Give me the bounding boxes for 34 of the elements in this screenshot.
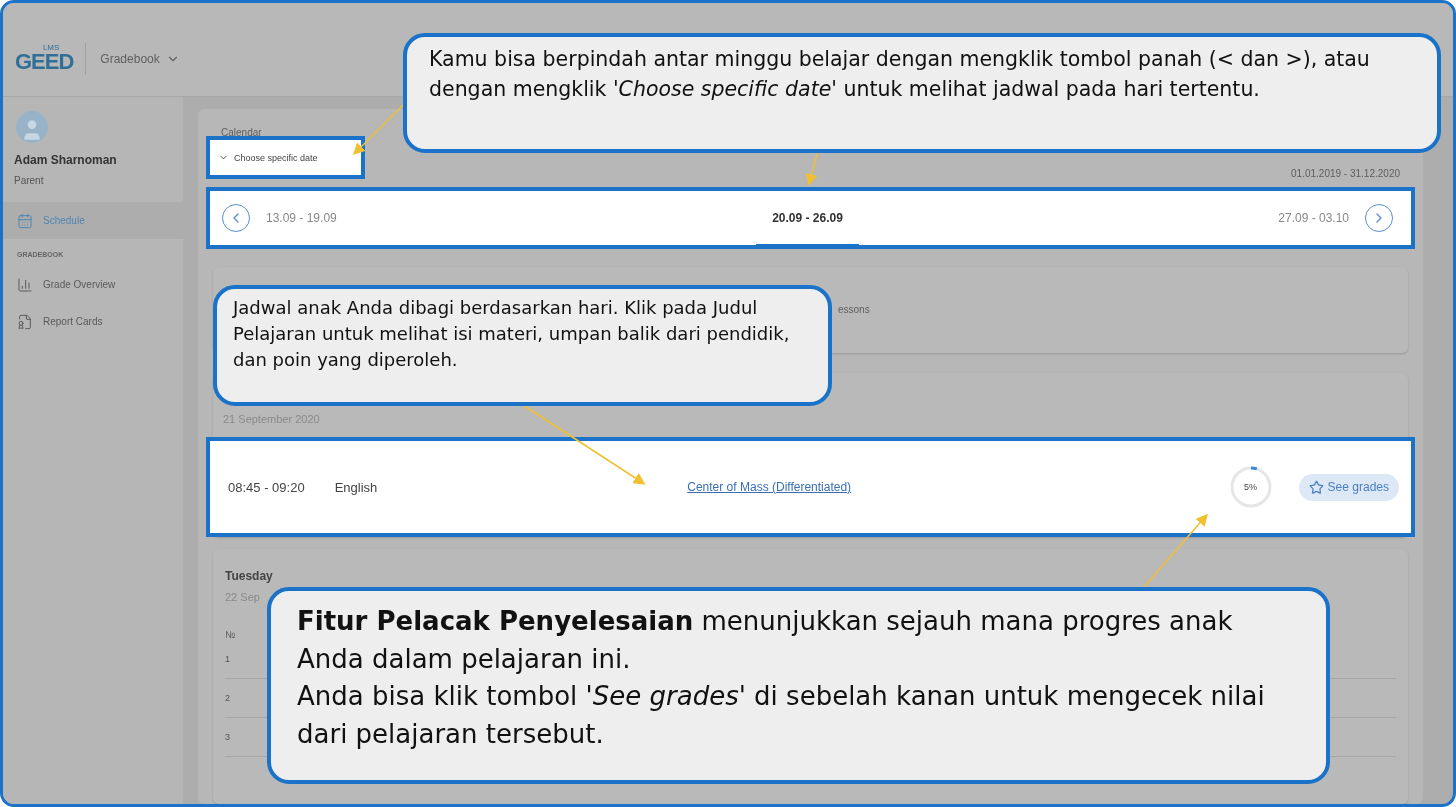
date-picker[interactable]: Choose specific date (206, 136, 365, 179)
arrow (805, 150, 819, 186)
gradebook-menu[interactable]: Gradebook (100, 51, 180, 66)
notice-text: essons (838, 303, 870, 315)
logo-label: LMS (42, 42, 60, 52)
callout-text: Anda bisa klik tombol 'See grades' di sebelah kanan untuk mengecek nilai dari pelajaran tersebut. (297, 680, 1266, 752)
callout-text: Fitur Pelacak Penyelesaian menunjukkan sejauh mana progres anak Anda dalam pelajaran ini. (297, 605, 1234, 676)
table-cell: 1 (225, 654, 230, 664)
callout-text: Kamu bisa berpindah antar minggu belajar dengan mengklik tombol panah (< dan >), atau dengan mengklik 'Choose specific date' untuk melihat jadwal pada hari tertentu. (429, 46, 1371, 103)
star-icon (1308, 479, 1324, 495)
see-grades-button[interactable]: See grades (1298, 473, 1399, 501)
sidebar-item[interactable]: Grade Overview (3, 266, 183, 303)
calendar-label: Calendar (221, 127, 263, 138)
table-cell: 3 (225, 732, 230, 742)
date-range: 01.01.2019 - 31.12.2020 (1291, 168, 1400, 179)
lesson-subject: English (334, 479, 378, 495)
document-icon (17, 313, 33, 330)
day-name: Tuesday (225, 569, 274, 583)
arrow (352, 102, 406, 156)
avatar (16, 111, 48, 143)
calendar-icon (17, 212, 33, 229)
progress-reading: 5% (1243, 481, 1259, 494)
user-role: Parent (14, 175, 45, 186)
sidebar-item[interactable]: Report Cards (3, 303, 183, 340)
chart-icon (17, 276, 33, 293)
week-tab[interactable]: 27.09 - 03.10 (1262, 189, 1365, 247)
lesson-title-link[interactable]: Center of Mass (Differentiated) (687, 480, 852, 494)
table-cell: 2 (225, 693, 230, 703)
week-tab[interactable]: 20.09 - 26.09 (756, 189, 859, 247)
column-header: № (225, 629, 237, 640)
user-name: Adam Sharnoman (14, 153, 118, 167)
lesson-time: 08:45 - 09:20 (228, 479, 305, 495)
callout-text: Jadwal anak Anda dibagi berdasarkan hari. Klik pada Judul Pelajaran untuk melihat isi materi, umpan balik dari pendidik, dan poin yang diperoleh. (233, 296, 791, 373)
week-tab[interactable]: 13.09 - 19.09 (250, 189, 353, 247)
